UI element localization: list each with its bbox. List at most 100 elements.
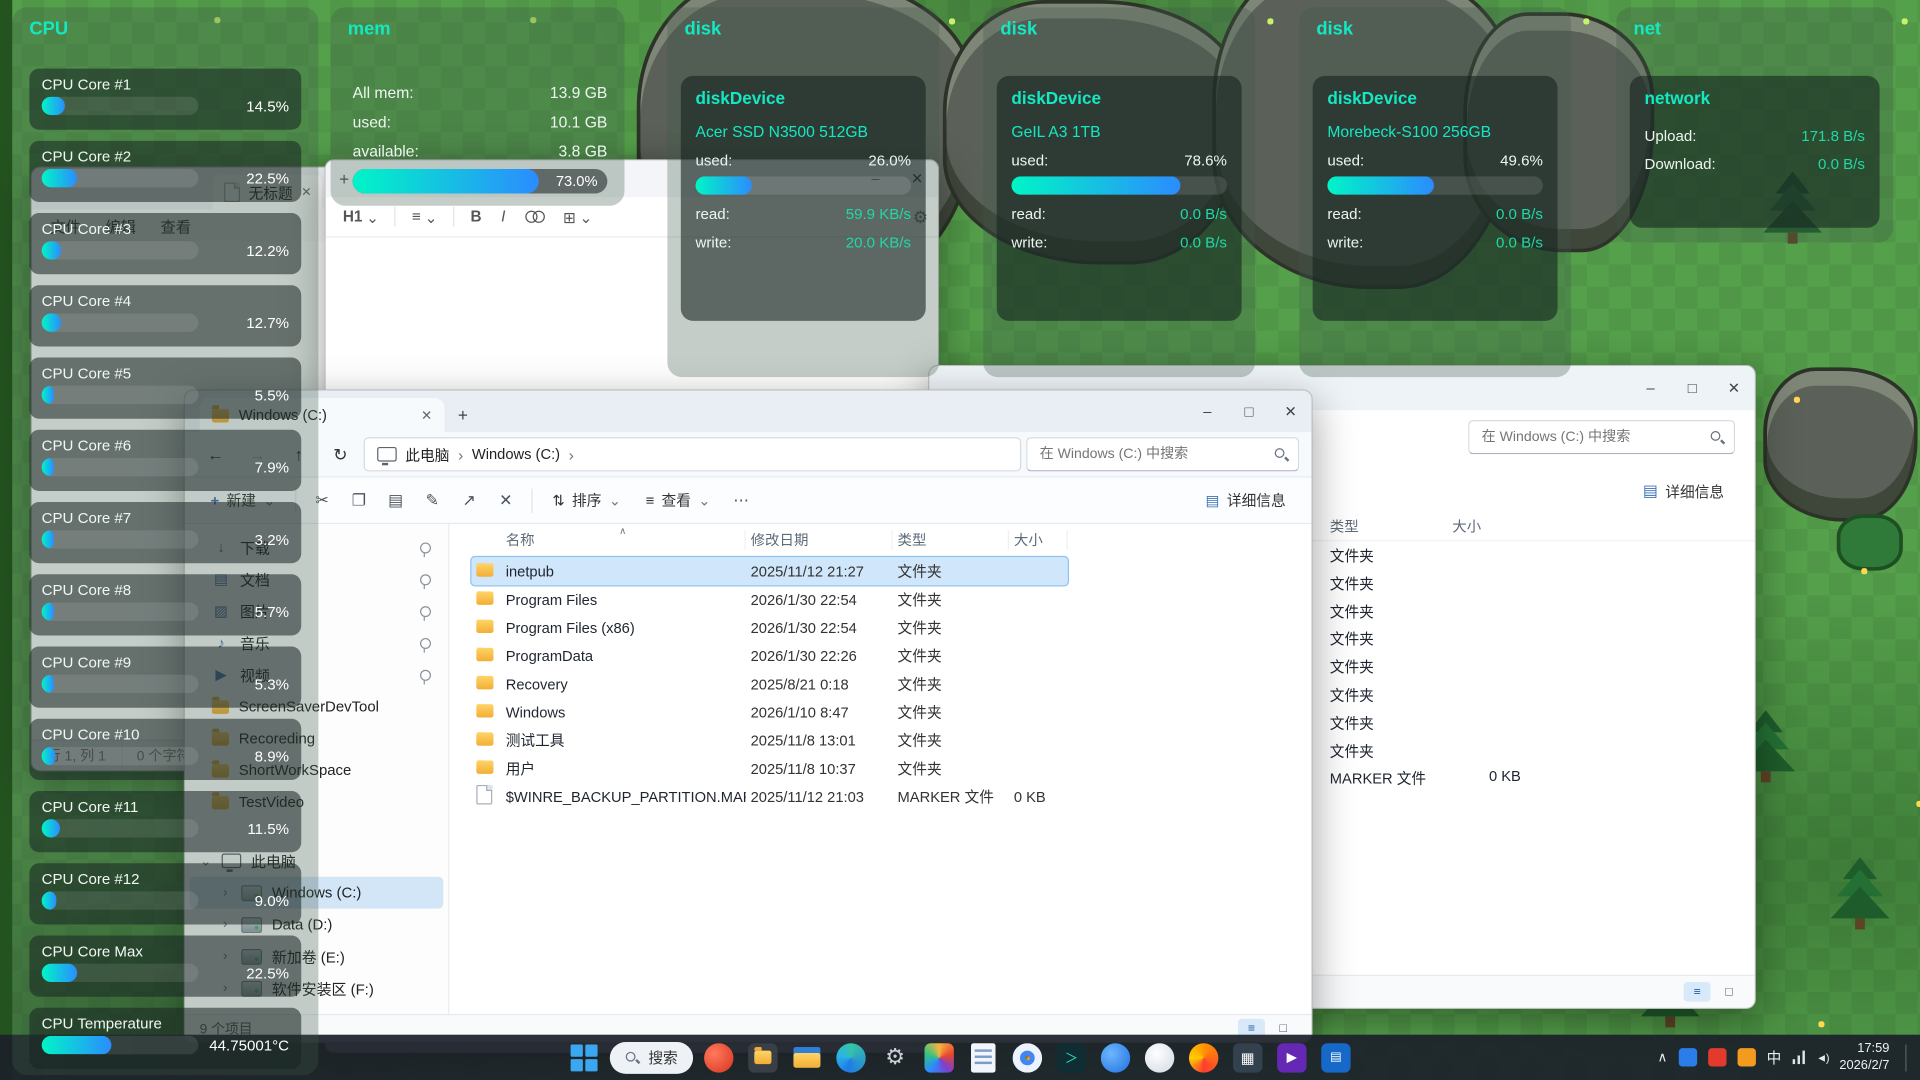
bush xyxy=(1837,514,1903,570)
list-view-toggle[interactable]: ≡ xyxy=(1684,982,1711,1002)
file-row[interactable]: Windows 2026/1/10 8:47 文件夹 xyxy=(471,698,1067,726)
column-size[interactable]: 大小 xyxy=(1009,530,1068,550)
paste-icon[interactable]: ▤ xyxy=(378,484,412,516)
column-name[interactable]: ∧ 名称 xyxy=(501,530,746,550)
cpu-core-row: CPU Core #7 3.2% xyxy=(29,502,301,563)
maximize-icon[interactable]: □ xyxy=(1671,366,1713,410)
taskbar-calculator[interactable]: ▦ xyxy=(1230,1040,1266,1076)
close-icon[interactable]: ✕ xyxy=(1713,366,1755,410)
usage-bar xyxy=(42,602,199,620)
italic-button[interactable]: I xyxy=(494,204,513,228)
file-row[interactable]: Program Files (x86) 2026/1/30 22:54 文件夹 xyxy=(471,613,1067,641)
tab-close-icon[interactable]: ✕ xyxy=(421,407,432,423)
browser-icon xyxy=(1101,1043,1130,1072)
file-row[interactable]: inetpub 2025/11/12 21:27 文件夹 xyxy=(471,557,1067,585)
taskbar-app-red[interactable] xyxy=(701,1040,737,1076)
cpu-monitor-widget: CPU CPU Core #1 14.5% CPU Core #2 22.5% … xyxy=(12,7,318,1075)
taskbar-firefox[interactable] xyxy=(1186,1040,1222,1076)
refresh-icon[interactable]: ↻ xyxy=(322,437,359,471)
network-monitor-widget: net network Upload:171.8 B/s Download:0.… xyxy=(1616,7,1893,242)
search-input[interactable] xyxy=(1479,429,1702,446)
pin-icon xyxy=(420,574,431,585)
close-icon[interactable]: ✕ xyxy=(1270,391,1312,433)
details-view-button[interactable]: ▤ 详细信息 xyxy=(1632,469,1735,513)
taskbar-photos[interactable] xyxy=(921,1040,957,1076)
taskbar-browser-blue[interactable] xyxy=(1098,1040,1134,1076)
volume-icon[interactable]: ◄) xyxy=(1816,1051,1828,1063)
search-box[interactable] xyxy=(1026,437,1299,471)
tray-app-icon-blue[interactable] xyxy=(1678,1048,1696,1066)
taskbar-settings[interactable]: ⚙ xyxy=(877,1040,913,1076)
usage-bar xyxy=(42,169,199,187)
delete-icon[interactable]: ✕ xyxy=(489,484,523,516)
taskbar-steam[interactable] xyxy=(1142,1040,1178,1076)
list-button[interactable]: ≡ ⌄ xyxy=(405,204,445,230)
tray-app-icon-red[interactable] xyxy=(1708,1048,1726,1066)
widget-title: disk xyxy=(684,18,721,39)
taskbar-notepad[interactable] xyxy=(966,1040,1002,1076)
share-icon[interactable]: ↗ xyxy=(452,484,486,516)
ime-indicator[interactable]: 中 xyxy=(1767,1047,1782,1068)
tray-chevron-up-icon[interactable]: ∧ xyxy=(1658,1049,1668,1065)
column-type[interactable]: 类型 xyxy=(893,530,1009,550)
pin-icon xyxy=(420,637,431,648)
taskbar-devtools[interactable]: ▤ xyxy=(1318,1040,1354,1076)
column-type[interactable]: 类型 xyxy=(1330,516,1359,537)
file-row[interactable]: 测试工具 2025/11/8 13:01 文件夹 xyxy=(471,726,1067,754)
disk-device-card: diskDevice Acer SSD N3500 512GB used:26.… xyxy=(681,76,926,321)
tray-mail-icon[interactable] xyxy=(1737,1048,1755,1066)
view-button[interactable]: ≡ 查看 ⌄ xyxy=(635,484,722,517)
search-box[interactable] xyxy=(1468,420,1735,454)
breadcrumb-drive-c[interactable]: Windows (C:) xyxy=(472,446,560,463)
taskbar-media-player[interactable]: ▶ xyxy=(1274,1040,1310,1076)
taskbar-app-dark-folder[interactable] xyxy=(745,1040,781,1076)
file-row[interactable]: Recovery 2025/8/21 0:18 文件夹 xyxy=(471,670,1067,698)
taskbar-edge[interactable] xyxy=(833,1040,869,1076)
taskbar-file-explorer[interactable] xyxy=(789,1040,825,1076)
usage-bar xyxy=(42,964,199,982)
maximize-icon[interactable]: □ xyxy=(1228,391,1270,433)
chevron-right-icon: › xyxy=(569,445,574,463)
sort-button[interactable]: ⇅ 排序 ⌄ xyxy=(541,484,632,517)
devtools-icon: ▤ xyxy=(1321,1043,1350,1072)
show-desktop-button[interactable] xyxy=(1905,1044,1910,1071)
more-icon[interactable]: ⋯ xyxy=(724,484,758,516)
play-icon: ▶ xyxy=(1277,1043,1306,1072)
breadcrumb-this-pc[interactable]: 此电脑 xyxy=(405,444,449,465)
clock-time: 17:59 xyxy=(1839,1041,1889,1058)
calculator-icon: ▦ xyxy=(1233,1043,1262,1072)
file-row[interactable]: $WINRE_BACKUP_PARTITION.MARKER 2025/11/1… xyxy=(471,782,1067,810)
minimize-icon[interactable]: – xyxy=(1187,391,1229,433)
folder-icon xyxy=(476,760,493,773)
terminal-icon: ＞ xyxy=(1057,1043,1086,1072)
file-row[interactable]: Program Files 2026/1/30 22:54 文件夹 xyxy=(471,585,1067,613)
network-icon[interactable] xyxy=(1792,1051,1805,1064)
link-button[interactable] xyxy=(518,207,551,227)
copy-icon[interactable]: ❐ xyxy=(342,484,376,516)
column-date[interactable]: 修改日期 xyxy=(746,530,893,550)
disk-device-name: Morebeck-S100 256GB xyxy=(1327,122,1543,140)
file-row[interactable]: ProgramData 2026/1/30 22:26 文件夹 xyxy=(471,642,1067,670)
taskbar-search[interactable]: 搜索 xyxy=(610,1041,692,1073)
thumbnail-view-toggle[interactable]: □ xyxy=(1716,982,1743,1002)
rename-icon[interactable]: ✎ xyxy=(415,484,449,516)
details-view-button[interactable]: ▤ 详细信息 xyxy=(1195,484,1297,517)
steam-icon xyxy=(1145,1043,1174,1072)
table-button[interactable]: ⊞ ⌄ xyxy=(556,204,600,230)
minimize-icon[interactable]: – xyxy=(1630,366,1672,410)
disk-device-name: Acer SSD N3500 512GB xyxy=(696,122,912,140)
search-input[interactable] xyxy=(1037,446,1266,463)
file-icon xyxy=(476,785,492,805)
new-tab-button[interactable]: + xyxy=(444,398,481,432)
bold-button[interactable]: B xyxy=(463,204,489,228)
heading-button[interactable]: H1 ⌄ xyxy=(336,204,387,230)
start-button[interactable] xyxy=(566,1040,602,1076)
photos-icon xyxy=(924,1043,953,1072)
breadcrumb[interactable]: 此电脑 › Windows (C:) › xyxy=(364,437,1022,471)
file-row[interactable]: 用户 2025/11/8 10:37 文件夹 xyxy=(471,754,1067,782)
taskbar-chrome[interactable] xyxy=(1010,1040,1046,1076)
column-size[interactable]: 大小 xyxy=(1452,516,1481,537)
taskbar-terminal[interactable]: ＞ xyxy=(1054,1040,1090,1076)
window-controls: – □ ✕ xyxy=(1187,391,1312,433)
taskbar-clock[interactable]: 17:59 2026/2/7 xyxy=(1839,1041,1889,1074)
